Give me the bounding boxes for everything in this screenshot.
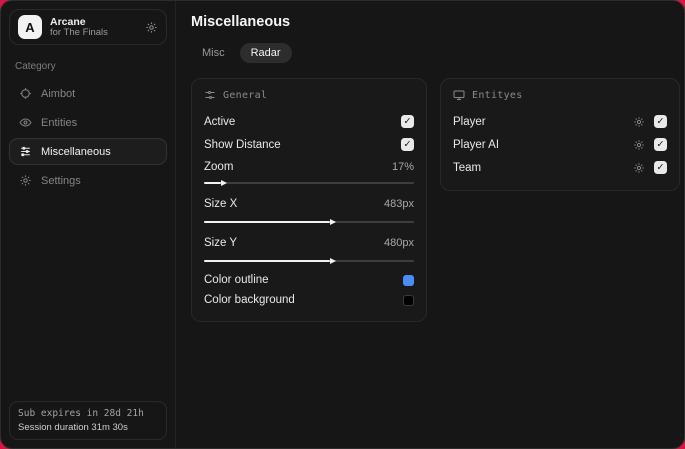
slider-row-zoom: Zoom 17% bbox=[204, 160, 414, 173]
active-checkbox[interactable] bbox=[401, 115, 414, 128]
app-logo: A bbox=[18, 15, 42, 39]
size-y-value: 480px bbox=[384, 237, 414, 249]
profile-card: A Arcane for The Finals bbox=[9, 9, 167, 45]
sliders-icon bbox=[19, 145, 32, 158]
entity-row-player: Player bbox=[453, 110, 667, 133]
general-card-header: General bbox=[204, 89, 414, 101]
category-label: Category bbox=[15, 61, 56, 72]
sidebar-item-label: Miscellaneous bbox=[41, 145, 111, 158]
zoom-slider[interactable] bbox=[204, 179, 414, 187]
tab-radar[interactable]: Radar bbox=[239, 43, 292, 63]
monitor-icon bbox=[453, 89, 465, 101]
entity-row-team: Team bbox=[453, 156, 667, 179]
tab-bar: Misc Radar bbox=[191, 43, 680, 63]
sliders-horizontal-icon bbox=[204, 89, 216, 101]
eye-icon bbox=[19, 116, 32, 129]
slider-thumb[interactable] bbox=[330, 257, 336, 264]
sidebar-item-label: Settings bbox=[41, 174, 81, 187]
sidebar-nav: Aimbot Entities Miscellaneous Settings bbox=[9, 80, 167, 194]
slider-row-size-y: Size Y 480px bbox=[204, 237, 414, 249]
slider-thumb[interactable] bbox=[220, 179, 227, 186]
team-checkbox[interactable] bbox=[654, 161, 667, 174]
app-window: A Arcane for The Finals Category Aimbot … bbox=[0, 0, 685, 449]
entity-controls bbox=[633, 161, 667, 174]
sidebar-item-settings[interactable]: Settings bbox=[9, 167, 167, 194]
general-card: General Active Show Distance Zoom 17% bbox=[191, 78, 427, 322]
cards-row: General Active Show Distance Zoom 17% bbox=[191, 78, 680, 322]
crosshair-icon bbox=[19, 87, 32, 100]
sidebar-item-label: Aimbot bbox=[41, 87, 76, 100]
entity-controls bbox=[633, 115, 667, 128]
gear-icon bbox=[19, 174, 32, 187]
entity-row-player-ai: Player AI bbox=[453, 133, 667, 156]
toggle-row-active: Active bbox=[204, 110, 414, 133]
color-outline-swatch[interactable] bbox=[403, 274, 414, 286]
gear-icon[interactable] bbox=[633, 162, 645, 174]
app-name: Arcane bbox=[50, 15, 86, 28]
slider-thumb[interactable] bbox=[330, 218, 336, 225]
page-title: Miscellaneous bbox=[191, 14, 291, 30]
zoom-value: 17% bbox=[391, 160, 414, 173]
gear-icon[interactable] bbox=[145, 21, 158, 34]
slider-fill bbox=[204, 179, 227, 186]
sidebar-item-label: Entities bbox=[41, 116, 78, 129]
tab-misc[interactable]: Misc bbox=[191, 43, 236, 63]
subscription-box: Sub expires in 28d 21h Session duration … bbox=[9, 401, 167, 440]
size-y-slider[interactable] bbox=[204, 257, 414, 265]
entities-card-title: Entityes bbox=[472, 89, 523, 101]
sub-expiry-text: Sub expires in 28d 21h bbox=[18, 408, 144, 419]
profile-text: Arcane for The Finals bbox=[50, 16, 137, 39]
color-background-swatch[interactable] bbox=[403, 294, 414, 306]
slider-track bbox=[204, 182, 414, 184]
app-subtitle: for The Finals bbox=[50, 26, 108, 38]
gear-icon[interactable] bbox=[633, 116, 645, 128]
sidebar: A Arcane for The Finals Category Aimbot … bbox=[1, 1, 176, 448]
entities-card-header: Entityes bbox=[453, 89, 667, 101]
slider-fill bbox=[204, 257, 336, 264]
color-row-background: Color background bbox=[204, 290, 414, 310]
show-distance-checkbox[interactable] bbox=[401, 138, 414, 151]
color-row-outline: Color outline bbox=[204, 270, 414, 290]
size-x-slider[interactable] bbox=[204, 218, 414, 226]
general-card-title: General bbox=[223, 89, 268, 101]
sidebar-item-entities[interactable]: Entities bbox=[9, 109, 167, 136]
entity-controls bbox=[633, 138, 667, 151]
session-duration-text: Session duration 31m 30s bbox=[18, 422, 128, 433]
entities-card: Entityes Player P bbox=[440, 78, 680, 191]
size-x-value: 483px bbox=[384, 198, 414, 210]
sidebar-item-aimbot[interactable]: Aimbot bbox=[9, 80, 167, 107]
toggle-row-show-distance: Show Distance bbox=[204, 133, 414, 156]
sidebar-item-miscellaneous[interactable]: Miscellaneous bbox=[9, 138, 167, 165]
slider-fill bbox=[204, 218, 336, 225]
player-ai-checkbox[interactable] bbox=[654, 138, 667, 151]
main-content: Miscellaneous Misc Radar General Active bbox=[176, 1, 684, 448]
gear-icon[interactable] bbox=[633, 139, 645, 151]
slider-row-size-x: Size X 483px bbox=[204, 198, 414, 210]
player-checkbox[interactable] bbox=[654, 115, 667, 128]
